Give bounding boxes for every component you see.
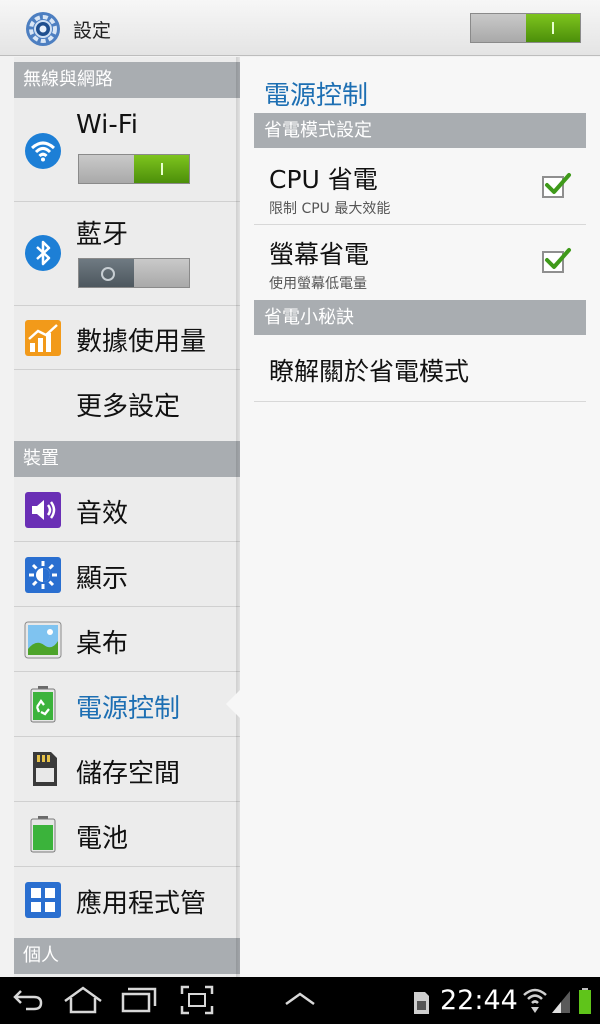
storage-icon (33, 752, 57, 786)
wifi-signal-icon (523, 988, 547, 1013)
clock: 22:44 (440, 985, 518, 1016)
power-saving-icon (30, 686, 56, 723)
bluetooth-icon (25, 235, 61, 271)
action-bar: 設定 (0, 0, 600, 56)
sidebar-item-label: 藍牙 (76, 220, 129, 250)
wifi-icon (25, 133, 61, 169)
detail-pane: 電源控制 省電模式設定 CPU 省電 限制 CPU 最大效能 螢幕省電 使用螢幕… (240, 57, 600, 977)
master-toggle-switch[interactable] (470, 13, 581, 43)
sidebar-item-label: 數據使用量 (76, 327, 207, 357)
home-icon[interactable] (62, 985, 104, 1015)
wifi-toggle-switch[interactable] (78, 154, 190, 184)
sidebar-item-app-manager[interactable]: 應用程式管 (14, 867, 240, 932)
switch-knob (79, 259, 134, 287)
bluetooth-toggle-switch[interactable] (78, 258, 190, 288)
sidebar-item-label: 儲存空間 (76, 759, 181, 789)
checkmark-icon (545, 173, 571, 194)
sidebar-item-bluetooth[interactable]: 藍牙 (14, 202, 240, 306)
section-header-personal: 個人 (14, 938, 240, 974)
row-title: CPU 省電 (269, 165, 378, 194)
checkmark-icon (545, 248, 571, 269)
screenshot-icon[interactable] (180, 985, 214, 1015)
detail-title: 電源控制 (264, 81, 369, 111)
sidebar-item-label: 應用程式管 (76, 889, 207, 919)
sidebar-item-label: 音效 (76, 499, 129, 529)
sidebar-item-label: Wi-Fi (76, 110, 139, 140)
section-header-power-mode: 省電模式設定 (254, 113, 586, 148)
battery-status-icon (579, 988, 591, 1014)
sidebar-item-display[interactable]: 顯示 (14, 542, 240, 607)
app-title: 設定 (73, 20, 112, 42)
section-header-wireless: 無線與網路 (14, 62, 240, 98)
sidebar-item-battery[interactable]: 電池 (14, 802, 240, 867)
sound-icon (25, 492, 61, 528)
sd-card-icon (414, 992, 429, 1014)
section-header-power-tips: 省電小秘訣 (254, 300, 586, 335)
sidebar-item-label: 桌布 (76, 629, 129, 659)
sidebar-item-label: 顯示 (76, 564, 129, 594)
back-icon[interactable] (12, 985, 44, 1015)
row-title: 瞭解關於省電模式 (269, 357, 470, 386)
recent-apps-icon[interactable] (120, 985, 158, 1015)
sidebar-item-label: 電池 (76, 824, 129, 854)
wallpaper-icon (24, 621, 62, 659)
row-cpu-power-saving[interactable]: CPU 省電 限制 CPU 最大效能 (254, 148, 586, 225)
row-learn-power-saving[interactable]: 瞭解關於省電模式 (254, 335, 586, 402)
system-nav-bar: 22:44 (0, 977, 600, 1024)
row-summary: 限制 CPU 最大效能 (269, 201, 391, 217)
settings-gear-icon[interactable] (24, 10, 62, 48)
sidebar-item-more-settings[interactable]: 更多設定 (14, 370, 240, 435)
row-title: 螢幕省電 (269, 240, 370, 269)
up-chevron-icon[interactable] (284, 991, 316, 1007)
sidebar-item-label: 電源控制 (76, 694, 181, 724)
cpu-power-saving-checkbox[interactable] (542, 173, 571, 198)
sidebar-item-wifi[interactable]: Wi-Fi (14, 98, 240, 202)
row-summary: 使用螢幕低電量 (269, 276, 367, 292)
screen-power-saving-checkbox[interactable] (542, 248, 571, 273)
data-usage-icon (25, 320, 61, 356)
settings-list: 無線與網路 Wi-Fi 藍牙 數據使用量 更多設定 裝置 音效 顯示 桌布 電源… (14, 57, 240, 977)
display-icon (25, 557, 61, 593)
switch-knob (525, 14, 580, 42)
sidebar-item-power-saving[interactable]: 電源控制 (14, 672, 240, 737)
selection-pointer (226, 690, 240, 718)
sidebar-item-sound[interactable]: 音效 (14, 477, 240, 542)
section-header-device: 裝置 (14, 441, 240, 477)
row-screen-power-saving[interactable]: 螢幕省電 使用螢幕低電量 (254, 225, 586, 299)
switch-knob (134, 155, 189, 183)
sidebar-item-storage[interactable]: 儲存空間 (14, 737, 240, 802)
battery-icon (30, 816, 56, 853)
apps-icon (25, 882, 61, 918)
cell-signal-icon (552, 991, 570, 1013)
sidebar-item-wallpaper[interactable]: 桌布 (14, 607, 240, 672)
sidebar-item-data-usage[interactable]: 數據使用量 (14, 306, 240, 370)
sidebar-item-label: 更多設定 (76, 392, 181, 422)
